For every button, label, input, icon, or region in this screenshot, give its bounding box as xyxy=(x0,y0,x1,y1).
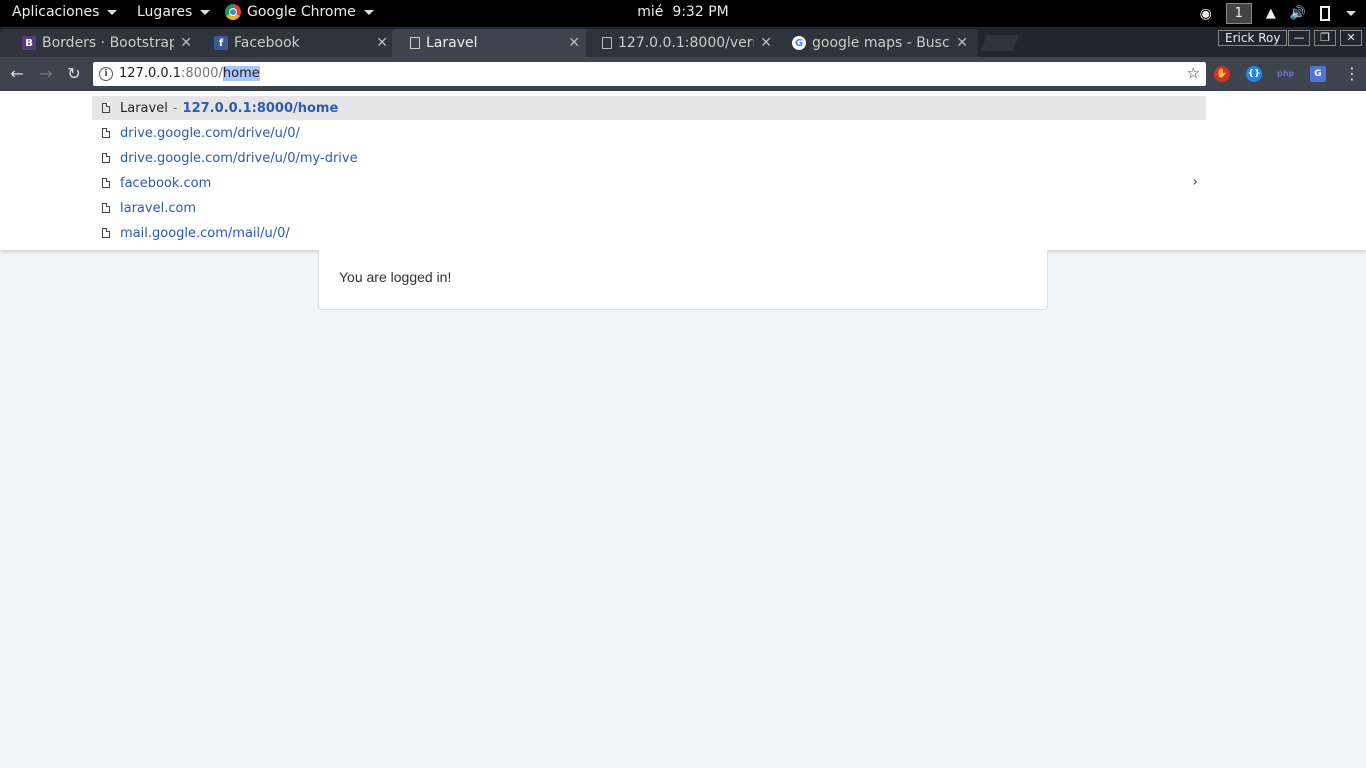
tab-title: 127.0.0.1:8000/verify xyxy=(618,35,755,51)
tab-title: Laravel xyxy=(426,35,478,51)
close-icon[interactable]: ✕ xyxy=(180,35,192,51)
browser-toolbar: ← → ↻ i 127.0.0.1:8000/home ☆ xyxy=(0,57,1366,91)
close-icon[interactable]: ✕ xyxy=(376,35,388,51)
chrome-icon xyxy=(225,4,241,20)
window-close-button[interactable]: ✕ xyxy=(1340,30,1362,46)
chevron-down-icon xyxy=(107,9,118,15)
suggestion-item[interactable]: drive.google.com/drive/u/0/my-drive xyxy=(92,146,1206,170)
address-bar[interactable]: i 127.0.0.1:8000/home ☆ xyxy=(93,62,1206,86)
suggestion-url: laravel.com xyxy=(120,200,197,216)
google-icon: G xyxy=(792,36,806,50)
url-path-selected: home xyxy=(222,66,260,81)
translate-extension-icon[interactable]: G xyxy=(1310,66,1326,82)
suggestion-separator: - xyxy=(172,100,178,116)
clock-day[interactable]: mié xyxy=(637,4,663,20)
page-icon xyxy=(410,37,420,49)
volume-icon[interactable]: 🔊 xyxy=(1290,6,1306,21)
chevron-down-icon[interactable] xyxy=(1346,11,1356,16)
login-status-message: You are logged in! xyxy=(339,269,452,285)
tab-borders-bootstrap[interactable]: B Borders · Bootstrap ✕ xyxy=(0,29,202,57)
suggestion-item[interactable]: Laravel - 127.0.0.1:8000/home xyxy=(92,96,1206,120)
new-tab-button[interactable] xyxy=(981,35,1019,51)
battery-icon[interactable] xyxy=(1320,6,1330,21)
menu-kebab-icon[interactable]: ⋮ xyxy=(1344,65,1360,83)
tab-title: Borders · Bootstrap xyxy=(42,35,175,51)
tab-facebook[interactable]: f Facebook ✕ xyxy=(196,29,398,57)
bootstrap-icon: B xyxy=(22,36,36,50)
suggestion-url: drive.google.com/drive/u/0/ xyxy=(120,125,300,141)
profile-button[interactable]: Erick Roy xyxy=(1218,30,1288,46)
suggestion-url: 127.0.0.1:8000/home xyxy=(182,100,339,116)
omnibox-suggestions: Laravel - 127.0.0.1:8000/home drive.goog… xyxy=(0,91,1366,250)
clock-time[interactable]: 9:32 PM xyxy=(672,4,728,20)
tab-verify[interactable]: 127.0.0.1:8000/verify ✕ xyxy=(586,29,782,57)
chevron-down-icon xyxy=(200,9,211,15)
suggestion-url: drive.google.com/drive/u/0/my-drive xyxy=(120,150,358,166)
places-menu-label: Lugares xyxy=(137,4,193,20)
tab-laravel[interactable]: Laravel ✕ xyxy=(392,29,590,57)
page-icon xyxy=(102,128,110,138)
places-menu[interactable]: Lugares xyxy=(137,4,211,20)
suggestion-item[interactable]: mail.google.com/mail/u/0/ xyxy=(92,221,1206,245)
info-icon[interactable]: i xyxy=(99,67,113,81)
tab-title: google maps - Buscar con Google xyxy=(812,35,950,51)
page-icon xyxy=(102,103,110,113)
url-port: :8000/ xyxy=(181,66,223,81)
bookmark-star-icon[interactable]: ☆ xyxy=(1187,64,1200,82)
suggestion-url: mail.google.com/mail/u/0/ xyxy=(120,225,290,241)
url-host: 127.0.0.1 xyxy=(119,66,182,81)
close-icon[interactable]: ✕ xyxy=(760,35,772,51)
page-icon xyxy=(102,153,110,163)
suggestion-item[interactable]: facebook.com › xyxy=(92,171,1206,195)
forward-button[interactable]: → xyxy=(36,64,56,84)
close-icon[interactable]: ✕ xyxy=(568,35,580,51)
wifi-icon[interactable]: ▲ xyxy=(1266,6,1276,21)
app-menu-label: Google Chrome xyxy=(247,4,356,20)
chevron-down-icon xyxy=(363,9,374,15)
suggestion-url: facebook.com xyxy=(120,175,212,191)
page-icon xyxy=(102,178,110,188)
page-icon xyxy=(602,37,612,49)
address-bar-url[interactable]: 127.0.0.1:8000/home xyxy=(119,66,260,81)
php-extension-icon[interactable]: php xyxy=(1277,66,1294,82)
reload-button[interactable]: ↻ xyxy=(64,64,84,84)
chevron-right-icon[interactable]: › xyxy=(1192,174,1198,190)
camera-icon[interactable]: ◉ xyxy=(1200,6,1212,22)
restore-button[interactable]: ❐ xyxy=(1314,30,1336,46)
suggestion-item[interactable]: drive.google.com/drive/u/0/ xyxy=(92,121,1206,145)
suggestion-title: Laravel xyxy=(120,100,168,116)
tab-strip: B Borders · Bootstrap ✕ f Facebook ✕ Lar… xyxy=(0,27,1366,57)
applications-menu-label: Aplicaciones xyxy=(12,4,100,20)
minimize-button[interactable]: — xyxy=(1288,30,1310,46)
close-icon[interactable]: ✕ xyxy=(956,35,968,51)
tab-title: Facebook xyxy=(234,35,300,51)
back-button[interactable]: ← xyxy=(7,64,27,84)
tab-google-maps[interactable]: G google maps - Buscar con Google ✕ xyxy=(780,29,978,57)
system-tray: ◉ 1 ▲ 🔊 xyxy=(1200,2,1356,25)
page-icon xyxy=(102,228,110,238)
workspace-indicator[interactable]: 1 xyxy=(1225,3,1252,24)
adblock-extension-icon[interactable]: ✋ xyxy=(1214,66,1230,82)
suggestion-item[interactable]: laravel.com xyxy=(92,196,1206,220)
dashboard-card: You are logged in! xyxy=(318,250,1048,310)
app-menu[interactable]: Google Chrome xyxy=(225,4,374,20)
debug-extension-icon[interactable]: {} xyxy=(1246,66,1262,82)
facebook-icon: f xyxy=(214,36,228,50)
page-icon xyxy=(102,203,110,213)
applications-menu[interactable]: Aplicaciones xyxy=(12,4,118,20)
system-top-bar: Aplicaciones Lugares Google Chrome mié 9… xyxy=(0,0,1366,27)
